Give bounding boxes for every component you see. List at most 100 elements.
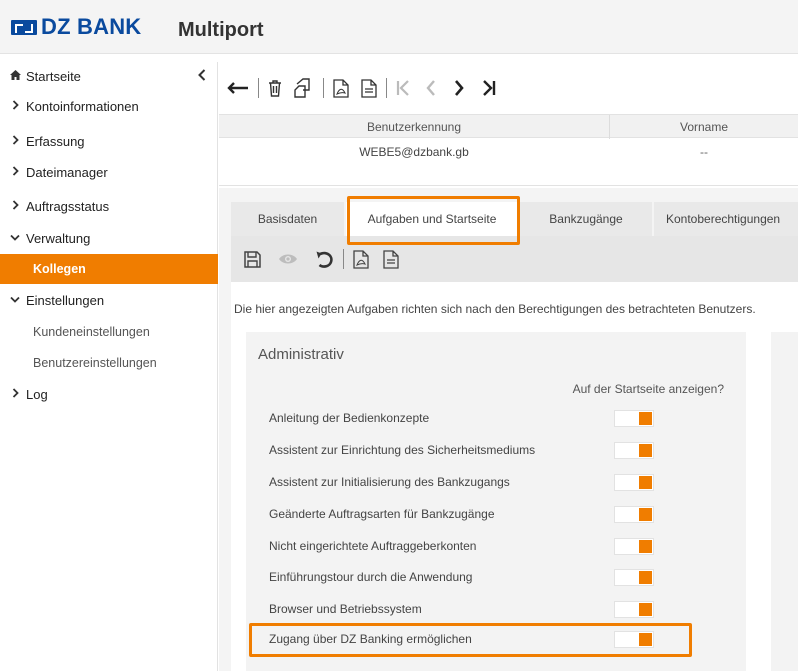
sidebar-item-label: Erfassung <box>26 133 85 149</box>
startseite-toggle[interactable] <box>614 442 654 459</box>
toggle-knob <box>639 603 652 616</box>
tab-label: Bankzugänge <box>549 212 623 226</box>
sidebar-item-label: Kollegen <box>33 262 86 276</box>
task-label: Geänderte Auftragsarten für Bankzugänge <box>269 507 495 521</box>
cell-vorname: -- <box>700 145 708 159</box>
main-toolbar <box>219 62 798 114</box>
startseite-toggle[interactable] <box>614 569 654 586</box>
chevron-right-icon <box>8 134 22 148</box>
admin-section: Administrativ Auf der Startseite anzeige… <box>246 332 746 671</box>
sidebar-item-label: Verwaltung <box>26 230 91 246</box>
sidebar-item-dateimanager[interactable]: Dateimanager <box>0 158 218 186</box>
column-header-vorname[interactable]: Vorname <box>610 120 798 134</box>
user-table-header: Benutzerkennung Vorname <box>219 114 798 139</box>
toolbar-divider <box>386 78 387 98</box>
sidebar-item-startseite[interactable]: Startseite <box>0 62 218 90</box>
chevron-right-icon <box>8 165 22 179</box>
sidebar-item-kundeneinstellungen[interactable]: Kundeneinstellungen <box>0 318 218 346</box>
chevron-right-icon <box>8 99 22 113</box>
sidebar-item-label: Startseite <box>26 68 81 84</box>
sidebar-item-erfassung[interactable]: Erfassung <box>0 127 218 155</box>
toggle-knob <box>639 571 652 584</box>
sidebar-item-label: Einstellungen <box>26 292 105 308</box>
highlight-tab <box>347 196 520 245</box>
dz-bank-logo[interactable]: DZ BANK <box>11 14 141 40</box>
info-text: Die hier angezeigten Aufgaben richten si… <box>234 302 756 316</box>
task-row: Einführungstour durch die Anwendung <box>246 562 746 594</box>
table-row[interactable]: WEBE5@dzbank.gb -- <box>219 138 798 186</box>
toggle-knob <box>639 444 652 457</box>
sidebar-item-label: Benutzereinstellungen <box>33 356 157 370</box>
column-header-startseite: Auf der Startseite anzeigen? <box>572 382 724 396</box>
sidebar-item-label: Auftragsstatus <box>26 198 110 214</box>
document-icon[interactable] <box>383 244 399 274</box>
copy-icon[interactable] <box>294 73 314 103</box>
dz-bank-logo-mark <box>11 19 37 35</box>
sidebar-item-log[interactable]: Log <box>0 380 218 408</box>
save-icon[interactable] <box>244 244 261 274</box>
task-label: Nicht eingerichtete Auftraggeberkonten <box>269 539 477 553</box>
sidebar-item-kollegen[interactable]: Kollegen <box>0 254 218 284</box>
cell-benutzerkennung: WEBE5@dzbank.gb <box>359 145 469 159</box>
details-panel: Basisdaten Aufgaben und Startseite Bankz… <box>219 188 798 671</box>
sidebar-item-label: Log <box>26 386 48 402</box>
task-row: Assistent zur Einrichtung des Sicherheit… <box>246 435 746 467</box>
toggle-knob <box>639 476 652 489</box>
sidebar-item-verwaltung[interactable]: Verwaltung <box>0 224 218 252</box>
startseite-toggle[interactable] <box>614 538 654 555</box>
sidebar-item-label: Kundeneinstellungen <box>33 325 150 339</box>
section-title: Administrativ <box>258 346 344 363</box>
task-label: Assistent zur Einrichtung des Sicherheit… <box>269 443 536 457</box>
sidebar-item-benutzereinstellungen[interactable]: Benutzereinstellungen <box>0 349 218 377</box>
startseite-toggle[interactable] <box>614 410 654 427</box>
chevron-right-icon <box>8 387 22 401</box>
chevron-down-icon <box>8 294 22 306</box>
sidebar-item-einstellungen[interactable]: Einstellungen <box>0 286 218 314</box>
next-icon[interactable] <box>454 73 464 103</box>
sidebar-item-label: Dateimanager <box>26 164 108 180</box>
task-label: Einführungstour durch die Anwendung <box>269 570 473 584</box>
task-row: Nicht eingerichtete Auftraggeberkonten <box>246 531 746 563</box>
tab-bankzugaenge[interactable]: Bankzugänge <box>520 202 652 236</box>
document-icon[interactable] <box>361 73 377 103</box>
tab-content: Die hier angezeigten Aufgaben richten si… <box>231 282 798 671</box>
pdf-icon[interactable] <box>333 73 349 103</box>
sidebar-item-label: Kontoinformationen <box>26 98 139 114</box>
sidebar-item-auftragsstatus[interactable]: Auftragsstatus <box>0 192 218 220</box>
chevron-down-icon <box>8 232 22 244</box>
previous-icon[interactable] <box>426 73 436 103</box>
startseite-toggle[interactable] <box>614 601 654 618</box>
toolbar-divider <box>258 78 259 98</box>
column-header-benutzerkennung[interactable]: Benutzerkennung <box>219 120 609 134</box>
task-row: Assistent zur Initialisierung des Bankzu… <box>246 467 746 499</box>
undo-icon[interactable] <box>315 244 334 274</box>
pdf-icon[interactable] <box>353 244 369 274</box>
eye-icon[interactable] <box>278 244 298 274</box>
app-header: DZ BANK Multiport <box>0 0 798 54</box>
last-page-icon[interactable] <box>482 73 496 103</box>
sidebar: Startseite Kontoinformationen Erfassung … <box>0 62 218 671</box>
home-icon <box>8 69 22 83</box>
chevron-left-icon[interactable] <box>198 68 206 84</box>
task-label: Anleitung der Bedienkonzepte <box>269 411 430 425</box>
toggle-knob <box>639 412 652 425</box>
chevron-right-icon <box>8 199 22 213</box>
trash-icon[interactable] <box>268 73 282 103</box>
back-arrow-icon[interactable] <box>227 73 249 103</box>
app-title: Multiport <box>178 19 264 41</box>
tab-basisdaten[interactable]: Basisdaten <box>231 202 344 236</box>
side-panel <box>771 332 798 671</box>
tab-label: Basisdaten <box>257 212 318 226</box>
sidebar-item-kontoinformationen[interactable]: Kontoinformationen <box>0 92 218 120</box>
task-row: Anleitung der Bedienkonzepte <box>246 403 746 435</box>
tab-kontoberechtigungen[interactable]: Kontoberechtigungen <box>654 202 798 236</box>
task-label: Assistent zur Initialisierung des Bankzu… <box>269 475 510 489</box>
toggle-knob <box>639 540 652 553</box>
startseite-toggle[interactable] <box>614 506 654 523</box>
first-page-icon[interactable] <box>396 73 410 103</box>
startseite-toggle[interactable] <box>614 474 654 491</box>
tab-label: Kontoberechtigungen <box>666 212 781 226</box>
task-row: Geänderte Auftragsarten für Bankzugänge <box>246 499 746 531</box>
task-label: Browser und Betriebssystem <box>269 602 422 616</box>
highlight-dz-banking-row <box>249 623 692 657</box>
